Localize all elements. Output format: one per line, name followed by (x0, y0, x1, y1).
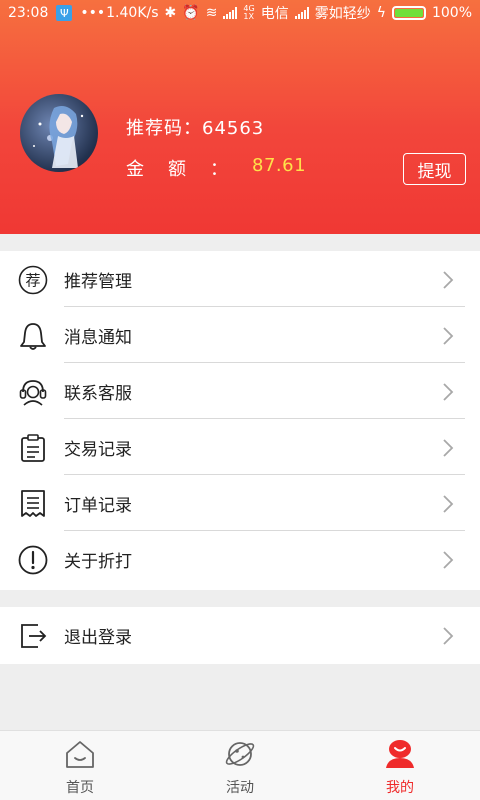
wifi-name: 雾如轻纱 (314, 6, 371, 22)
logout-icon (21, 624, 47, 648)
menu-item-label: 消息通知 (64, 327, 132, 348)
network-type: 4G 1X (243, 4, 255, 21)
menu-item-about[interactable]: 关于折打 (0, 531, 480, 587)
menu-item-transactions[interactable]: 交易记录 (0, 419, 480, 475)
referral-code-value: 64563 (202, 118, 265, 139)
menu-item-logout[interactable]: 退出登录 (0, 607, 480, 663)
menu-list: 荐 推荐管理 消息通知 联系客服 交易记录 订单记录 关于折打 (0, 251, 480, 590)
tab-label: 活动 (226, 780, 254, 796)
referral-code: 推荐码：64563 (126, 114, 264, 140)
chevron-right-icon (443, 327, 454, 345)
menu-item-orders[interactable]: 订单记录 (0, 475, 480, 531)
tab-home[interactable]: 首页 (0, 731, 160, 800)
chevron-right-icon (443, 627, 454, 645)
menu-item-label: 联系客服 (64, 383, 132, 404)
balance: 金额： 87.61 (126, 155, 306, 181)
charging-icon: ϟ (376, 5, 386, 21)
tab-label: 我的 (386, 780, 414, 796)
menu-item-label: 推荐管理 (64, 271, 132, 292)
usb-icon: Ψ (56, 5, 73, 21)
menu-item-notifications[interactable]: 消息通知 (0, 307, 480, 363)
profile-icon (386, 740, 414, 768)
recommend-glyph: 荐 (25, 272, 40, 290)
headset-icon (19, 380, 47, 406)
avatar[interactable] (20, 94, 98, 172)
signal-icon (223, 7, 238, 19)
menu-item-customer-service[interactable]: 联系客服 (0, 363, 480, 419)
chevron-right-icon (443, 271, 454, 289)
signal-icon-2 (294, 7, 309, 19)
planet-icon (225, 742, 255, 766)
receipt-icon (21, 490, 45, 517)
bottom-tab-bar: 首页 活动 我的 (0, 730, 480, 800)
wifi-icon: ≋ (205, 5, 218, 21)
balance-value: 87.61 (252, 155, 307, 176)
network-speed: 1.40K/s (106, 5, 159, 21)
balance-label: 金额： (126, 159, 252, 180)
info-icon (18, 545, 48, 575)
battery-icon (391, 6, 426, 20)
menu-item-label: 关于折打 (64, 551, 132, 572)
logout-section: 退出登录 (0, 607, 480, 664)
tab-activity[interactable]: 活动 (160, 731, 320, 800)
recommend-icon: 荐 (18, 265, 48, 295)
alarm-icon: ⏰ (182, 5, 200, 21)
profile-header: 23:08 Ψ ••• 1.40K/s ✱ ⏰ ≋ 4G 1X 电信 雾如轻纱 … (0, 0, 480, 234)
menu-item-label: 退出登录 (64, 627, 132, 648)
status-time: 23:08 (8, 5, 49, 21)
status-bar: 23:08 Ψ ••• 1.40K/s ✱ ⏰ ≋ 4G 1X 电信 雾如轻纱 … (0, 0, 480, 26)
menu-item-recommend[interactable]: 荐 推荐管理 (0, 251, 480, 307)
bell-icon (20, 323, 46, 350)
menu-item-label: 交易记录 (64, 439, 132, 460)
more-notifications-icon: ••• (80, 5, 106, 21)
chevron-right-icon (443, 383, 454, 401)
withdraw-button[interactable]: 提现 (403, 153, 466, 185)
tab-mine[interactable]: 我的 (320, 731, 480, 800)
chevron-right-icon (443, 439, 454, 457)
referral-code-label: 推荐码： (126, 118, 202, 139)
bluetooth-icon: ✱ (164, 5, 177, 21)
carrier-name: 电信 (260, 6, 289, 22)
clipboard-icon (21, 434, 45, 462)
tab-label: 首页 (66, 780, 94, 796)
home-icon (66, 741, 94, 768)
menu-item-label: 订单记录 (64, 495, 132, 516)
battery-percent: 100% (431, 5, 472, 21)
chevron-right-icon (443, 495, 454, 513)
chevron-right-icon (443, 551, 454, 569)
